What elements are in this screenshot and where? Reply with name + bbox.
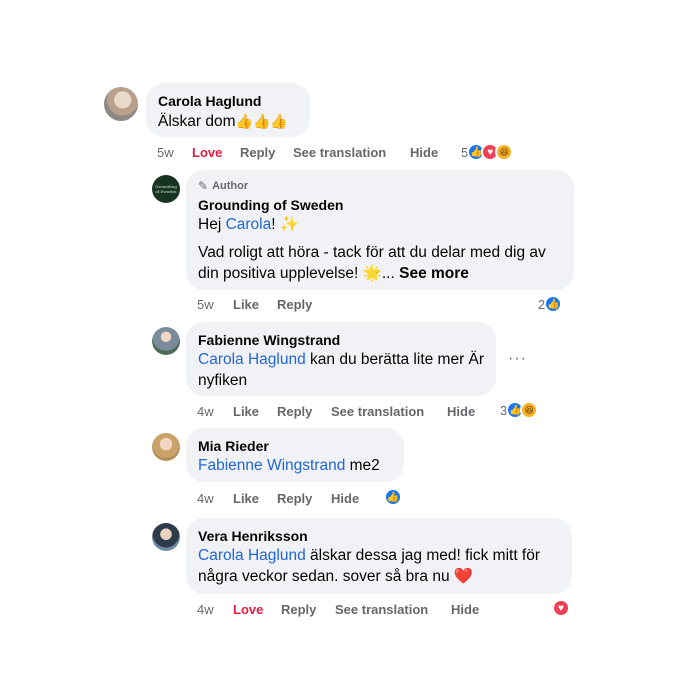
reaction-summary[interactable]: ♥: [552, 599, 570, 617]
haha-icon: 😆: [520, 401, 539, 419]
reaction-summary[interactable]: 2 👍: [538, 295, 563, 313]
comment-text: Vad roligt att höra - tack för att du de…: [198, 242, 568, 284]
like-icon: 👍: [544, 295, 563, 313]
love-icon: ♥: [552, 599, 570, 617]
reply-button[interactable]: Reply: [240, 145, 275, 160]
avatar[interactable]: [152, 523, 180, 551]
like-button[interactable]: Like: [233, 404, 259, 419]
comment-greeting: Hej Carola! ✨: [198, 214, 299, 235]
reply-button[interactable]: Reply: [277, 404, 312, 419]
avatar[interactable]: Grounding of Sweden: [152, 175, 180, 203]
like-button[interactable]: Like: [233, 491, 259, 506]
emoji: 👍👍👍: [235, 113, 288, 129]
comment-actions: 4w Like Reply Hide: [197, 491, 397, 507]
comment-body: Vad roligt att höra - tack för att du de…: [198, 244, 546, 282]
comment-bubble: Carola Haglund Älskar dom👍👍👍: [146, 83, 310, 137]
like-button[interactable]: Like: [233, 297, 259, 312]
comment-author[interactable]: Carola Haglund: [158, 92, 261, 110]
mention-link[interactable]: Carola Haglund: [198, 351, 306, 368]
avatar[interactable]: [104, 87, 138, 121]
comment-text: Carola Haglund kan du berätta lite mer Ä…: [198, 349, 492, 391]
reply-button[interactable]: Reply: [281, 602, 316, 617]
timestamp[interactable]: 4w: [197, 602, 214, 617]
greeting-text: Hej: [198, 216, 226, 233]
mention-link[interactable]: Fabienne Wingstrand: [198, 457, 345, 474]
comment-actions: 5w Like Reply: [197, 297, 347, 313]
reply-button[interactable]: Reply: [277, 297, 312, 312]
comment-text: Carola Haglund älskar dessa jag med! fic…: [198, 545, 566, 587]
mention-link[interactable]: Carola Haglund: [198, 547, 306, 564]
hide-button[interactable]: Hide: [451, 602, 479, 617]
hide-button[interactable]: Hide: [331, 491, 359, 506]
love-button[interactable]: Love: [233, 602, 263, 617]
reply-button[interactable]: Reply: [277, 491, 312, 506]
avatar-logo-text: Grounding of Sweden: [155, 184, 177, 194]
reaction-summary[interactable]: 3 👍 😆: [500, 401, 539, 419]
mention-link[interactable]: Carola: [226, 216, 272, 233]
see-translation-button[interactable]: See translation: [335, 602, 428, 617]
author-badge-label: Author: [212, 180, 249, 192]
comment-text-content: Älskar dom: [158, 113, 236, 130]
love-button[interactable]: Love: [192, 145, 222, 160]
haha-icon: 😆: [495, 143, 514, 161]
pencil-icon: ✎: [198, 179, 209, 193]
comment-author[interactable]: Mia Rieder: [198, 437, 269, 455]
comment-text-content: me2: [345, 457, 380, 474]
comment-author[interactable]: Grounding of Sweden: [198, 196, 343, 214]
comment-author[interactable]: Vera Henriksson: [198, 527, 308, 545]
hide-button[interactable]: Hide: [447, 404, 475, 419]
avatar[interactable]: [152, 327, 180, 355]
author-badge: ✎ Author: [198, 179, 248, 193]
more-options-icon[interactable]: ···: [508, 350, 527, 368]
hide-button[interactable]: Hide: [410, 145, 438, 160]
comment-bubble: ✎ Author Grounding of Sweden Hej Carola!…: [186, 170, 574, 290]
comment-bubble: Vera Henriksson Carola Haglund älskar de…: [186, 518, 572, 594]
reaction-summary[interactable]: 👍: [384, 488, 402, 506]
comment-actions: 4w Like Reply See translation Hide: [197, 404, 497, 420]
comment-bubble: Fabienne Wingstrand Carola Haglund kan d…: [186, 322, 496, 396]
timestamp[interactable]: 4w: [197, 491, 214, 506]
timestamp[interactable]: 4w: [197, 404, 214, 419]
comment-actions: 5w Love Reply See translation Hide: [157, 145, 457, 161]
see-translation-button[interactable]: See translation: [293, 145, 386, 160]
like-icon: 👍: [384, 488, 402, 506]
see-more-link[interactable]: See more: [399, 265, 469, 282]
comment-text: Fabienne Wingstrand me2: [198, 455, 380, 476]
comment-author[interactable]: Fabienne Wingstrand: [198, 331, 340, 349]
comment-text: Älskar dom👍👍👍: [158, 111, 288, 132]
comment-bubble: Mia Rieder Fabienne Wingstrand me2: [186, 428, 404, 482]
see-translation-button[interactable]: See translation: [331, 404, 424, 419]
timestamp[interactable]: 5w: [197, 297, 214, 312]
timestamp[interactable]: 5w: [157, 145, 174, 160]
greeting-suffix: ! ✨: [271, 216, 300, 233]
avatar[interactable]: [152, 433, 180, 461]
reaction-summary[interactable]: 5 👍 ♥ 😆: [461, 143, 514, 161]
comment-actions: 4w Love Reply See translation Hide: [197, 602, 497, 618]
